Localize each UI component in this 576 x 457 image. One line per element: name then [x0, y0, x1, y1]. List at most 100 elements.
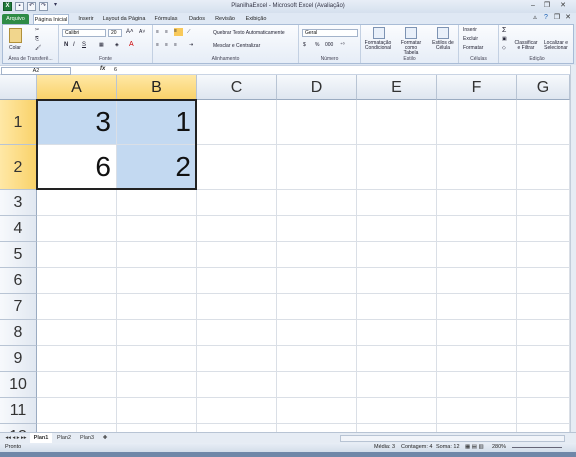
column-header-g[interactable]: G	[517, 75, 570, 100]
font-name-select[interactable]: Calibri	[62, 29, 106, 37]
font-color-icon[interactable]: A	[129, 41, 134, 48]
sheet-tab-plan2[interactable]: Plan2	[53, 433, 75, 443]
row-header-4[interactable]: 4	[0, 216, 37, 242]
borders-icon[interactable]: ▦	[99, 42, 104, 48]
format-table-icon[interactable]	[405, 27, 417, 39]
grow-font-icon[interactable]: A˄	[126, 29, 134, 35]
paste-button[interactable]: Colar	[9, 45, 21, 51]
close-icon[interactable]: ✕	[558, 2, 568, 11]
conditional-format-icon[interactable]	[373, 27, 385, 39]
select-all-corner[interactable]	[0, 75, 37, 100]
align-left-icon[interactable]: ≡	[156, 42, 159, 48]
paste-icon[interactable]	[9, 28, 22, 43]
row-header-10[interactable]: 10	[0, 372, 37, 398]
name-box[interactable]: A2	[1, 67, 71, 75]
align-middle-icon[interactable]: ≡	[165, 29, 168, 35]
orientation-icon[interactable]: ⟋	[187, 29, 191, 35]
row-header-2[interactable]: 2	[0, 145, 37, 190]
find-select-button[interactable]: Localizar e Selecionar	[541, 41, 571, 51]
sort-filter-button[interactable]: Classificar e Filtrar	[513, 41, 539, 51]
percent-button[interactable]: %	[315, 42, 319, 48]
tab-file[interactable]: Arquivo	[2, 14, 29, 24]
insert-function-icon[interactable]: fx	[100, 66, 105, 72]
sheet-nav-icon[interactable]: ◂◂ ◂ ▸ ▸▸	[3, 433, 29, 443]
italic-button[interactable]: I	[73, 42, 75, 48]
sheet-tab-plan3[interactable]: Plan3	[76, 433, 98, 443]
column-header-b[interactable]: B	[117, 75, 197, 100]
tab-page-layout[interactable]: Layout da Página	[102, 14, 146, 24]
indent-icon[interactable]: ⇥	[189, 42, 193, 48]
ribbon-minimize-icon[interactable]: ▵	[530, 14, 540, 23]
zoom-level[interactable]: 280%	[492, 443, 506, 452]
thousands-button[interactable]: 000	[325, 42, 333, 48]
align-center-icon[interactable]: ≡	[165, 42, 168, 48]
wrap-text-button[interactable]: Quebrar Texto Automaticamente	[213, 30, 285, 36]
row-header-5[interactable]: 5	[0, 242, 37, 268]
column-header-c[interactable]: C	[197, 75, 277, 100]
format-cells-button[interactable]: Formatar	[463, 45, 483, 51]
cell-styles-icon[interactable]	[437, 27, 449, 39]
column-header-a[interactable]: A	[37, 75, 117, 100]
worksheet-grid[interactable]: ABCDEFG1234567891011123162	[0, 75, 570, 432]
tab-review[interactable]: Revisão	[213, 14, 237, 24]
copy-icon[interactable]: ⎘	[35, 36, 39, 42]
minimize-icon[interactable]: –	[528, 2, 538, 11]
view-buttons-icon[interactable]: ▦ ▤ ▥	[465, 443, 484, 452]
clear-icon[interactable]: ◇	[502, 45, 506, 51]
row-header-11[interactable]: 11	[0, 398, 37, 424]
tab-home[interactable]: Página Inicial	[33, 14, 69, 24]
column-header-d[interactable]: D	[277, 75, 357, 100]
conditional-format-button[interactable]: Formatação Condicional	[363, 41, 393, 51]
fill-icon[interactable]: ▣	[502, 36, 507, 42]
doc-close-icon[interactable]: ✕	[563, 14, 573, 23]
row-header-6[interactable]: 6	[0, 268, 37, 294]
font-size-select[interactable]: 20	[108, 29, 122, 37]
align-right-icon[interactable]: ≡	[174, 42, 177, 48]
cell-styles-button[interactable]: Estilos de Célula	[429, 41, 457, 51]
merge-center-button[interactable]: Mesclar e Centralizar	[213, 43, 260, 49]
row-header-8[interactable]: 8	[0, 320, 37, 346]
row-header-12[interactable]: 12	[0, 424, 37, 432]
number-format-select[interactable]: Geral	[302, 29, 358, 37]
doc-restore-icon[interactable]: ❐	[552, 14, 562, 23]
column-header-f[interactable]: F	[437, 75, 517, 100]
underline-button[interactable]: S	[82, 42, 86, 48]
align-top-icon[interactable]: ≡	[156, 29, 159, 35]
cell-a2[interactable]: 6	[37, 145, 116, 189]
tab-file-label: Arquivo	[6, 16, 25, 22]
format-painter-icon[interactable]: 🖌	[35, 45, 41, 51]
autosum-icon[interactable]: Σ	[502, 27, 506, 34]
vertical-scrollbar[interactable]	[570, 65, 576, 432]
grid-row-line	[0, 397, 570, 398]
delete-cells-button[interactable]: Excluir	[463, 36, 478, 42]
cell-a1[interactable]: 3	[37, 100, 116, 144]
sheet-tab-plan1[interactable]: Plan1	[30, 433, 52, 443]
cell-b1[interactable]: 1	[117, 100, 196, 144]
row-header-1[interactable]: 1	[0, 100, 37, 145]
format-table-button[interactable]: Formatar como Tabela	[397, 41, 425, 56]
row-header-3[interactable]: 3	[0, 190, 37, 216]
insert-cells-button[interactable]: Inserir	[463, 27, 477, 33]
number-group: Geral $ % 000 ⁺⁰ Número	[299, 25, 361, 63]
cell-b2[interactable]: 2	[117, 145, 196, 189]
tab-data[interactable]: Dados	[186, 14, 208, 24]
zoom-slider[interactable]	[512, 447, 562, 448]
shrink-font-icon[interactable]: A˅	[139, 29, 145, 35]
tab-view[interactable]: Exibição	[243, 14, 269, 24]
new-sheet-icon[interactable]: ✚	[99, 433, 111, 443]
help-icon[interactable]: ?	[541, 14, 551, 23]
bold-button[interactable]: N	[64, 42, 68, 48]
tab-insert[interactable]: Inserir	[75, 14, 97, 24]
cut-icon[interactable]: ✂	[35, 27, 39, 33]
formula-input[interactable]: 6	[114, 67, 117, 73]
decimal-icon[interactable]: ⁺⁰	[340, 42, 345, 48]
column-header-e[interactable]: E	[357, 75, 437, 100]
restore-icon[interactable]: ❐	[542, 2, 552, 11]
row-header-7[interactable]: 7	[0, 294, 37, 320]
tab-formulas[interactable]: Fórmulas	[152, 14, 180, 24]
currency-icon[interactable]: $	[303, 42, 306, 48]
align-bottom-icon[interactable]: ≡	[174, 28, 183, 36]
fill-color-icon[interactable]: ◈	[115, 42, 119, 48]
horizontal-scrollbar[interactable]	[340, 435, 565, 442]
row-header-9[interactable]: 9	[0, 346, 37, 372]
